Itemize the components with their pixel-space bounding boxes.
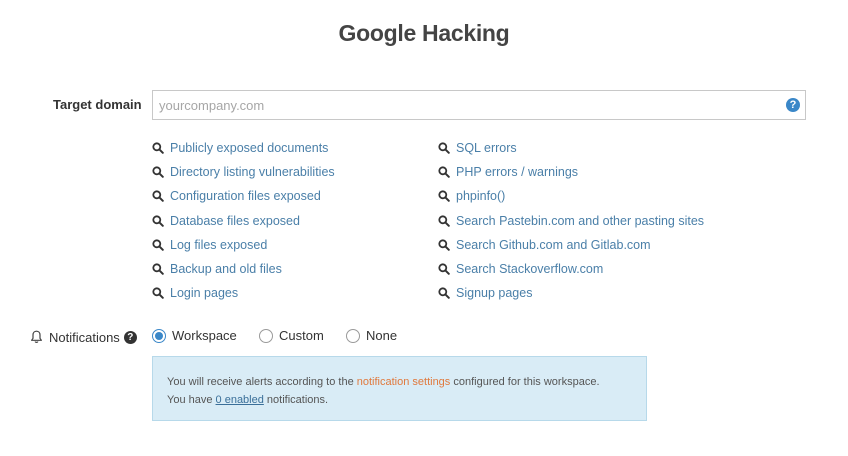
info-line-2-prefix: You have bbox=[167, 394, 216, 406]
dork-link-directory-listing[interactable]: Directory listing vulnerabilities bbox=[152, 160, 335, 184]
dork-link-label: SQL errors bbox=[456, 141, 517, 156]
notifications-label-group: Notifications ? bbox=[30, 328, 137, 346]
dork-link-github-gitlab[interactable]: Search Github.com and Gitlab.com bbox=[438, 233, 704, 257]
notification-info-box: You will receive alerts according to the… bbox=[152, 356, 647, 421]
search-icon bbox=[152, 287, 164, 300]
info-line-1: You will receive alerts according to the… bbox=[167, 373, 632, 391]
dork-link-backup-files[interactable]: Backup and old files bbox=[152, 257, 335, 281]
dork-link-label: Search Github.com and Gitlab.com bbox=[456, 237, 651, 252]
dork-link-label: Database files exposed bbox=[170, 213, 300, 228]
dork-link-label: Backup and old files bbox=[170, 262, 282, 277]
search-icon bbox=[438, 263, 450, 275]
search-icon bbox=[438, 287, 450, 300]
dork-link-signup-pages[interactable]: Signup pages bbox=[438, 281, 704, 305]
bell-icon bbox=[31, 330, 42, 343]
dork-link-login-pages[interactable]: Login pages bbox=[152, 281, 335, 305]
radio-custom-indicator[interactable] bbox=[259, 328, 273, 343]
radio-workspace[interactable]: Workspace bbox=[152, 328, 237, 343]
radio-workspace-label: Workspace bbox=[172, 328, 237, 343]
dork-link-database-files[interactable]: Database files exposed bbox=[152, 209, 335, 233]
question-circle-icon[interactable]: ? bbox=[786, 98, 800, 112]
dork-link-label: Directory listing vulnerabilities bbox=[170, 165, 335, 180]
search-icon bbox=[438, 166, 450, 179]
dork-link-label: Configuration files exposed bbox=[170, 189, 321, 204]
search-icon bbox=[152, 166, 164, 179]
radio-workspace-indicator[interactable] bbox=[152, 328, 166, 343]
dork-link-pastebin[interactable]: Search Pastebin.com and other pasting si… bbox=[438, 209, 704, 233]
dork-link-public-documents[interactable]: Publicly exposed documents bbox=[152, 136, 335, 160]
search-icon bbox=[152, 142, 164, 154]
info-line-2-suffix: notifications. bbox=[263, 394, 329, 406]
target-domain-field-wrapper: ? bbox=[152, 90, 806, 120]
search-icon bbox=[438, 142, 450, 154]
dork-link-php-errors[interactable]: PHP errors / warnings bbox=[438, 160, 704, 184]
info-line-1-prefix: You will receive alerts according to the bbox=[167, 376, 357, 388]
radio-none[interactable]: None bbox=[346, 328, 397, 343]
dork-link-label: Log files exposed bbox=[170, 237, 268, 252]
search-icon bbox=[438, 239, 450, 251]
dork-link-sql-errors[interactable]: SQL errors bbox=[438, 136, 704, 160]
dork-link-label: Search Stackoverflow.com bbox=[456, 262, 604, 277]
info-line-2: You have 0 enabled notifications. bbox=[167, 391, 632, 409]
enabled-count-link[interactable]: 0 enabled bbox=[216, 394, 264, 406]
search-icon bbox=[152, 190, 164, 203]
radio-none-indicator[interactable] bbox=[346, 328, 360, 343]
dork-link-label: Search Pastebin.com and other pasting si… bbox=[456, 213, 705, 228]
dork-link-label: PHP errors / warnings bbox=[456, 165, 579, 180]
dork-list-right: SQL errors PHP errors / warnings phpinfo… bbox=[438, 136, 704, 305]
page-title: Google Hacking bbox=[338, 20, 510, 46]
notification-settings-link[interactable]: notification settings bbox=[357, 376, 451, 388]
dork-link-label: Publicly exposed documents bbox=[170, 141, 329, 156]
dork-link-configuration-files[interactable]: Configuration files exposed bbox=[152, 184, 335, 208]
info-line-1-suffix: configured for this workspace. bbox=[450, 376, 600, 388]
dork-list-left: Publicly exposed documents Directory lis… bbox=[152, 136, 335, 305]
target-domain-label: Target domain bbox=[53, 97, 142, 112]
dork-link-label: Login pages bbox=[170, 286, 239, 301]
search-icon bbox=[438, 215, 450, 227]
radio-none-label: None bbox=[366, 328, 398, 343]
dork-link-stackoverflow[interactable]: Search Stackoverflow.com bbox=[438, 257, 704, 281]
dork-link-phpinfo[interactable]: phpinfo() bbox=[438, 184, 704, 208]
search-icon bbox=[152, 239, 164, 251]
radio-custom[interactable]: Custom bbox=[259, 328, 324, 343]
question-circle-icon[interactable]: ? bbox=[123, 330, 137, 344]
dork-link-log-files[interactable]: Log files exposed bbox=[152, 233, 335, 257]
target-domain-input[interactable] bbox=[153, 91, 773, 119]
search-icon bbox=[152, 215, 164, 227]
radio-custom-label: Custom bbox=[279, 328, 324, 343]
notifications-label: Notifications bbox=[49, 329, 120, 345]
search-icon bbox=[438, 190, 450, 203]
dork-link-label: phpinfo() bbox=[456, 189, 506, 204]
dork-link-label: Signup pages bbox=[456, 286, 533, 301]
search-icon bbox=[152, 263, 164, 275]
